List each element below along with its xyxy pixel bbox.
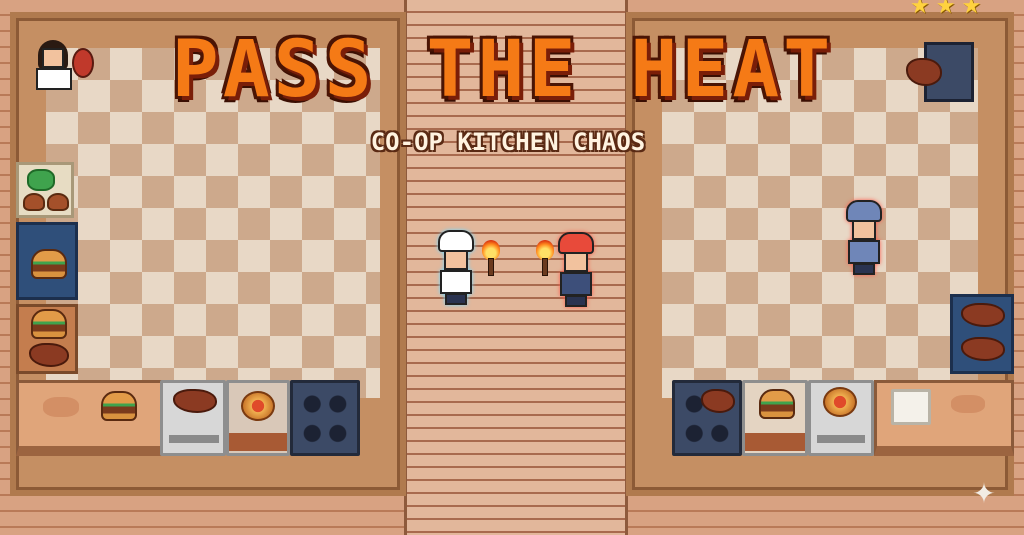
steak-shelf[interactable] [950, 294, 1014, 374]
steak-icon [961, 303, 1005, 327]
star-icon: ★ [935, 0, 956, 19]
red-chef-torch [536, 240, 554, 276]
chef-body [848, 240, 880, 264]
portrait-food-icon [72, 48, 94, 78]
steak-icon [173, 389, 217, 413]
chef-head [852, 220, 876, 240]
torch-stick [488, 258, 494, 276]
red-chef-player[interactable] [556, 232, 596, 308]
roast-icon [906, 58, 942, 86]
burger-icon [759, 389, 795, 419]
burger-tray-station[interactable] [742, 380, 808, 456]
lettuce-icon [27, 169, 55, 191]
bun-icon [23, 193, 45, 211]
left-player-portrait [34, 36, 96, 94]
steak-icon [29, 343, 69, 367]
star-rating: ★ ★ ★ [910, 0, 1020, 19]
cutting-board[interactable] [951, 395, 985, 413]
bun-icon [47, 193, 69, 211]
chef-head [564, 252, 588, 272]
steak-icon [701, 389, 735, 413]
game-subtitle: CO-OP KITCHEN CHAOS [370, 128, 646, 156]
steak-grill-station[interactable] [160, 380, 226, 456]
pizza-tray-station[interactable] [226, 380, 290, 456]
serving-plate[interactable] [891, 389, 931, 425]
chef-hat [846, 200, 882, 222]
chef-hat [558, 232, 594, 254]
torch-stick [542, 258, 548, 276]
chef-legs [445, 293, 467, 305]
flame-icon [536, 240, 554, 260]
right-stove[interactable] [672, 380, 742, 456]
blue-chef-npc[interactable] [844, 200, 884, 276]
cutting-board[interactable] [43, 397, 79, 417]
chef-body [440, 270, 472, 294]
star-icon: ★ [961, 0, 982, 19]
flame-icon [482, 240, 500, 260]
burger-icon [31, 309, 67, 339]
steak-icon [961, 337, 1005, 361]
burger-icon [31, 249, 67, 279]
burger-icon[interactable] [101, 391, 137, 421]
chef-legs [853, 263, 875, 275]
left-counter [16, 380, 164, 456]
right-counter [874, 380, 1014, 456]
white-chef-player[interactable] [436, 230, 476, 306]
burger-shelf[interactable] [16, 222, 78, 300]
chef-legs [565, 295, 587, 307]
pizza-icon [241, 391, 275, 421]
plate-shelf[interactable] [16, 304, 78, 374]
pizza-oven-station[interactable] [808, 380, 874, 456]
left-stove[interactable] [290, 380, 360, 456]
chef-body [560, 272, 592, 296]
game-title: PASS THE HEAT [171, 25, 835, 115]
ingredient-shelf[interactable] [16, 162, 74, 218]
white-chef-torch [482, 240, 500, 276]
chef-hat [438, 230, 474, 252]
chef-head [444, 250, 468, 270]
star-icon: ★ [910, 0, 930, 19]
sparkle-icon: ✦ [972, 477, 996, 510]
pizza-icon [823, 387, 857, 417]
